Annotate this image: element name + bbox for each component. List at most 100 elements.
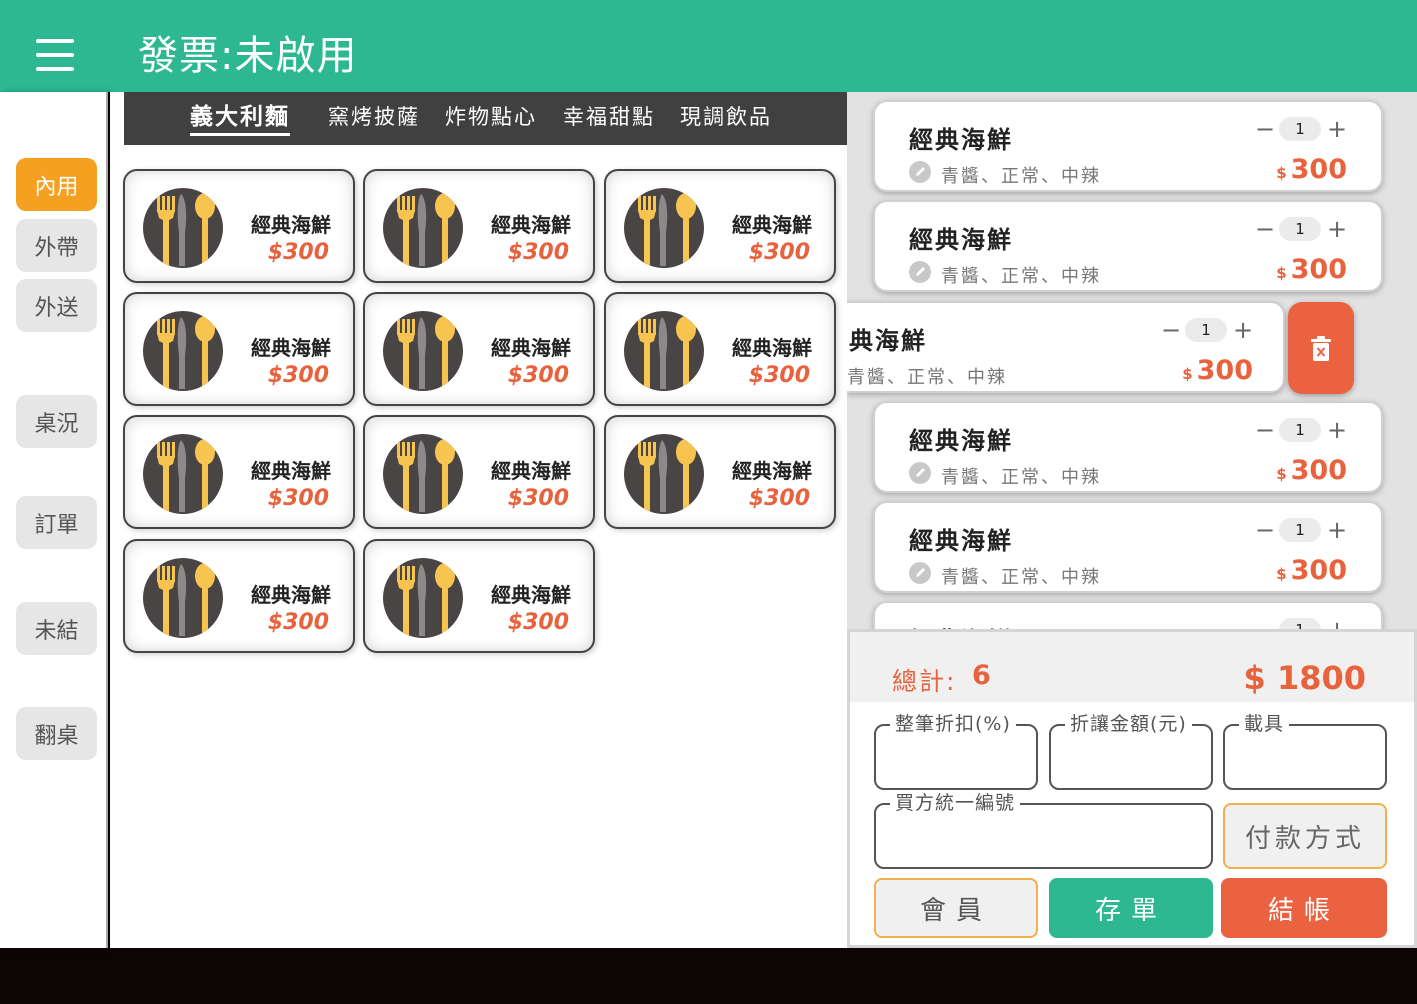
product-card[interactable]: 經典海鮮 $300: [363, 539, 595, 653]
nav-table-turnover[interactable]: 翻桌: [16, 707, 97, 760]
edit-note-icon[interactable]: [909, 161, 931, 183]
carrier-label: 載具: [1239, 712, 1290, 736]
member-button[interactable]: 會員: [874, 878, 1038, 938]
discount-percent-field[interactable]: 整筆折扣(%): [874, 712, 1038, 790]
cutlery-plate-icon: [143, 311, 223, 391]
product-card[interactable]: 經典海鮮 $300: [363, 292, 595, 406]
order-item[interactable]: 經典海鮮 −1 + 青醬、正常、中辣 $300: [873, 100, 1383, 192]
tab-pasta[interactable]: 義大利麵: [190, 102, 290, 136]
order-item[interactable]: 經典海鮮 −1 + 青醬、正常、中辣 $300: [873, 401, 1383, 493]
increase-qty-button[interactable]: +: [1327, 517, 1347, 543]
order-item-name: 經典海鮮: [909, 226, 1013, 254]
carrier-field[interactable]: 載具: [1223, 712, 1387, 790]
product-name: 經典海鮮: [251, 459, 331, 483]
product-price: $300: [267, 240, 329, 265]
cutlery-plate-icon: [383, 434, 463, 514]
order-item[interactable]: 典海鮮 −1 + 青醬、正常、中辣 $300: [847, 301, 1285, 393]
cutlery-plate-icon: [143, 558, 223, 638]
quantity-value[interactable]: 1: [1185, 318, 1227, 342]
product-card[interactable]: 經典海鮮 $300: [604, 169, 836, 283]
cutlery-plate-icon: [624, 434, 704, 514]
quantity-value[interactable]: 1: [1279, 217, 1321, 241]
quantity-value[interactable]: 1: [1279, 418, 1321, 442]
delete-item-button[interactable]: [1288, 302, 1354, 394]
tab-pizza[interactable]: 窯烤披薩: [328, 102, 420, 132]
nav-dine-in[interactable]: 內用: [16, 158, 97, 211]
product-name: 經典海鮮: [491, 336, 571, 360]
increase-qty-button[interactable]: +: [1233, 317, 1253, 343]
currency-symbol: $: [1276, 164, 1287, 182]
edit-note-icon[interactable]: [909, 462, 931, 484]
tab-snacks[interactable]: 炸物點心: [445, 102, 537, 132]
decrease-qty-button[interactable]: −: [1255, 116, 1275, 142]
product-card[interactable]: 經典海鮮 $300: [123, 415, 355, 529]
product-price: $300: [748, 486, 810, 511]
product-card[interactable]: 經典海鮮 $300: [123, 292, 355, 406]
discount-amount-field[interactable]: 折讓金額(元): [1049, 712, 1213, 790]
product-card[interactable]: 經典海鮮 $300: [604, 415, 836, 529]
cutlery-plate-icon: [143, 434, 223, 514]
product-name: 經典海鮮: [491, 459, 571, 483]
discount-amount-label: 折讓金額(元): [1065, 712, 1192, 736]
product-price: $300: [267, 486, 329, 511]
order-item[interactable]: 經典海鮮 −1 + 青醬、正常、中辣 $300: [873, 501, 1383, 593]
decrease-qty-button[interactable]: −: [1255, 517, 1275, 543]
tab-drinks[interactable]: 現調飲品: [680, 102, 772, 132]
order-item[interactable]: 經典海鮮 −1 + 青醬、正常、中辣 $300: [873, 200, 1383, 292]
product-card[interactable]: 經典海鮮 $300: [123, 539, 355, 653]
product-card[interactable]: 經典海鮮 $300: [123, 169, 355, 283]
increase-qty-button[interactable]: +: [1327, 116, 1347, 142]
currency-symbol: $: [1182, 365, 1193, 383]
product-price: $300: [267, 610, 329, 635]
product-card[interactable]: 經典海鮮 $300: [363, 169, 595, 283]
quantity-value[interactable]: 1: [1279, 117, 1321, 141]
nav-orders[interactable]: 訂單: [16, 496, 97, 549]
menu-panel: 義大利麵 窯烤披薩 炸物點心 幸福甜點 現調飲品 經典海鮮 $300 經典海鮮 $30…: [110, 92, 847, 948]
app-header: 發票:未啟用: [0, 0, 1417, 92]
product-price: $300: [507, 363, 569, 388]
product-name: 經典海鮮: [251, 213, 331, 237]
currency-symbol: $: [1276, 565, 1287, 583]
quantity-stepper: −1+: [1255, 517, 1347, 543]
product-price: $300: [748, 240, 810, 265]
quantity-stepper: −1+: [1255, 216, 1347, 242]
increase-qty-button[interactable]: +: [1327, 417, 1347, 443]
quantity-value[interactable]: 1: [1279, 518, 1321, 542]
nav-delivery[interactable]: 外送: [16, 279, 97, 332]
currency-symbol: $: [1276, 264, 1287, 282]
product-card[interactable]: 經典海鮮 $300: [363, 415, 595, 529]
buyer-id-field[interactable]: 買方統一編號: [874, 791, 1213, 869]
product-name: 經典海鮮: [732, 459, 812, 483]
order-item-note: 青醬、正常、中辣: [847, 367, 1007, 388]
edit-note-icon[interactable]: [909, 562, 931, 584]
product-name: 經典海鮮: [491, 583, 571, 607]
product-name: 經典海鮮: [732, 336, 812, 360]
checkout-button[interactable]: 結帳: [1221, 878, 1387, 938]
decrease-qty-button[interactable]: −: [1161, 317, 1181, 343]
order-item-price: $300: [1276, 455, 1347, 486]
increase-qty-button[interactable]: +: [1327, 216, 1347, 242]
cutlery-plate-icon: [143, 188, 223, 268]
order-item-note: 青醬、正常、中辣: [941, 567, 1101, 588]
nav-table-status[interactable]: 桌況: [16, 395, 97, 448]
quantity-stepper: −1+: [1255, 417, 1347, 443]
save-order-button[interactable]: 存單: [1049, 878, 1213, 938]
nav-unsettled[interactable]: 未結: [16, 602, 97, 655]
cutlery-plate-icon: [383, 311, 463, 391]
decrease-qty-button[interactable]: −: [1255, 216, 1275, 242]
payment-method-button[interactable]: 付款方式: [1223, 803, 1387, 869]
currency-symbol: $: [1276, 465, 1287, 483]
order-item-price: $300: [1276, 555, 1347, 586]
tab-desserts[interactable]: 幸福甜點: [563, 102, 655, 132]
order-item-name: 經典海鮮: [909, 427, 1013, 455]
total-amount: $ 1800: [1243, 659, 1366, 697]
product-card[interactable]: 經典海鮮 $300: [604, 292, 836, 406]
order-item-price: $300: [1276, 254, 1347, 285]
nav-takeout[interactable]: 外帶: [16, 219, 97, 272]
edit-note-icon[interactable]: [909, 261, 931, 283]
hamburger-menu-icon[interactable]: [36, 39, 74, 71]
decrease-qty-button[interactable]: −: [1255, 417, 1275, 443]
product-name: 經典海鮮: [251, 583, 331, 607]
product-price: $300: [507, 486, 569, 511]
order-item-name: 經典海鮮: [909, 527, 1013, 555]
